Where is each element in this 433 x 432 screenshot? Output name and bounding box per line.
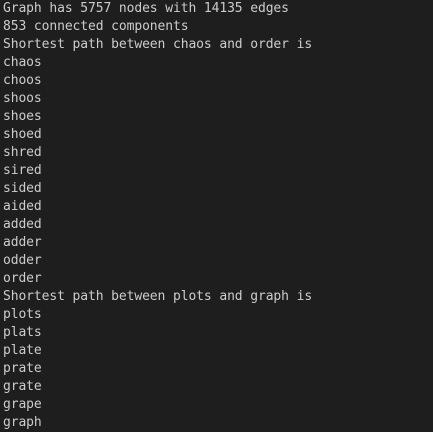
output-line-path-1-step-6: shred xyxy=(3,145,42,160)
output-line-path-2-step-4: prate xyxy=(3,361,42,376)
output-line-path-1-step-10: added xyxy=(3,217,42,232)
output-line-path-2-step-5: grate xyxy=(3,379,42,394)
output-line-path-1-step-5: shoed xyxy=(3,127,42,142)
output-line-path-1-step-13: order xyxy=(3,271,42,286)
output-line-path-2-step-2: plats xyxy=(3,325,42,340)
output-line-path-1-step-3: shoos xyxy=(3,91,42,106)
output-line-path-1-step-7: sired xyxy=(3,163,42,178)
output-line-path-1-step-12: odder xyxy=(3,253,42,268)
output-line-summary-nodes-edges: Graph has 5757 nodes with 14135 edges xyxy=(3,1,289,16)
output-line-path-2-step-3: plate xyxy=(3,343,42,358)
output-line-path-2-step-6: grape xyxy=(3,397,42,412)
output-line-path-header-1: Shortest path between chaos and order is xyxy=(3,37,313,52)
output-line-path-1-step-1: chaos xyxy=(3,55,42,70)
output-line-path-1-step-9: aided xyxy=(3,199,42,214)
output-line-path-2-step-7: graph xyxy=(3,415,42,430)
output-line-path-1-step-8: sided xyxy=(3,181,42,196)
output-line-path-1-step-4: shoes xyxy=(3,109,42,124)
output-line-summary-components: 853 connected components xyxy=(3,19,189,34)
output-lines: Graph has 5757 nodes with 14135 edges 85… xyxy=(3,0,433,432)
output-line-path-1-step-11: adder xyxy=(3,235,42,250)
output-line-path-1-step-2: choos xyxy=(3,73,42,88)
output-line-path-2-step-1: plots xyxy=(3,307,42,322)
output-line-path-header-2: Shortest path between plots and graph is xyxy=(3,289,313,304)
terminal-output-panel[interactable]: Graph has 5757 nodes with 14135 edges 85… xyxy=(0,0,433,432)
